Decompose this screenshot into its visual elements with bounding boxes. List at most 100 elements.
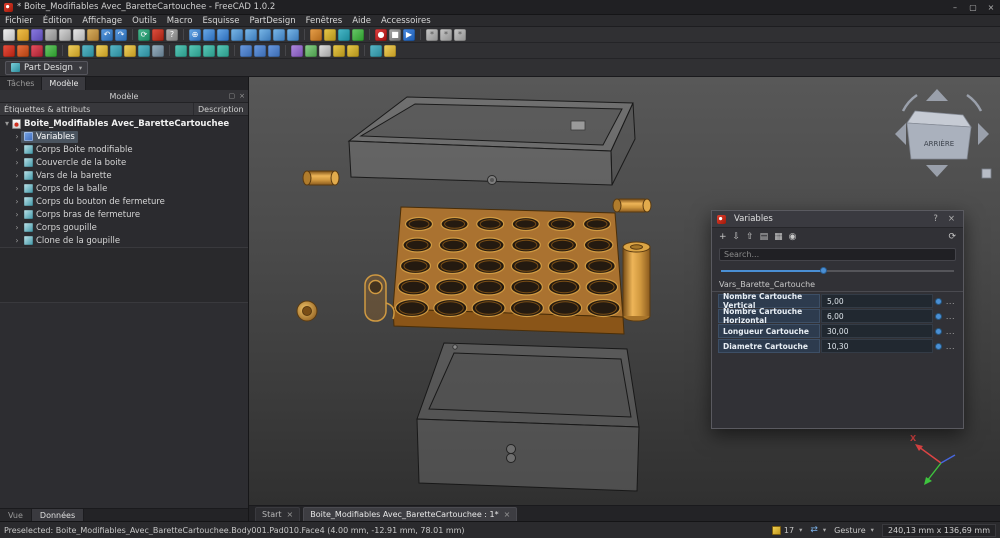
import-variables-icon[interactable]: ⇩	[733, 232, 741, 242]
expander-icon[interactable]: ›	[13, 145, 21, 154]
tab-vue[interactable]: Vue	[0, 509, 32, 521]
chamfer-icon[interactable]	[189, 45, 201, 57]
variable-more-button[interactable]: ...	[944, 312, 957, 321]
3d-viewport[interactable]: ARRIÈRE X Variables	[249, 77, 1000, 505]
menu-macro[interactable]: Macro	[162, 15, 198, 26]
view-zoom-in-icon[interactable]	[203, 29, 215, 41]
menu-aide[interactable]: Aide	[347, 15, 376, 26]
std-undo-icon[interactable]: ↶	[101, 29, 113, 41]
cartridge-part[interactable]	[623, 242, 650, 321]
polar-pattern-icon[interactable]	[268, 45, 280, 57]
tree-root-document[interactable]: ▾ Boite_Modifiables Avec_BaretteCartouch…	[0, 117, 248, 130]
mirrored-icon[interactable]	[240, 45, 252, 57]
additive-loft-icon[interactable]	[124, 45, 136, 57]
lid-part[interactable]	[349, 97, 635, 185]
variable-value-input[interactable]: 30,00	[821, 324, 933, 338]
draw-style-icon[interactable]	[310, 29, 322, 41]
tree-item-corps-du-bouton-de-fermeture[interactable]: ›Corps du bouton de fermeture	[0, 195, 248, 208]
variable-link-dot[interactable]	[935, 343, 942, 350]
tree-item-variables[interactable]: ›Variables	[0, 130, 248, 143]
visibility-icon[interactable]: ◉	[789, 232, 797, 242]
variables-filter-slider[interactable]	[721, 266, 954, 275]
variable-value-input[interactable]: 5,00	[821, 294, 933, 308]
groove-icon[interactable]	[110, 45, 122, 57]
expander-icon[interactable]: ›	[13, 132, 21, 141]
export-variables-icon[interactable]: ⇧	[746, 232, 754, 242]
tree-item-vars-de-la-barette[interactable]: ›Vars de la barette	[0, 169, 248, 182]
tree-item-corps-goupille[interactable]: ›Corps goupille	[0, 221, 248, 234]
variable-value-input[interactable]: 6,00	[821, 309, 933, 323]
expander-icon[interactable]: ▾	[3, 119, 11, 128]
datum-plane-icon[interactable]	[291, 45, 303, 57]
tab-taches[interactable]: Tâches	[0, 77, 42, 90]
menu-outils[interactable]: Outils	[127, 15, 162, 26]
sketch-new-icon[interactable]	[3, 45, 15, 57]
copy-variables-icon[interactable]: ▤	[760, 232, 769, 242]
linear-pattern-icon[interactable]	[254, 45, 266, 57]
variables-filter-slider-thumb[interactable]	[820, 267, 827, 274]
draft-icon[interactable]	[203, 45, 215, 57]
pin-part[interactable]	[613, 199, 651, 212]
datum-line-icon[interactable]	[305, 45, 317, 57]
additive-pipe-icon[interactable]	[138, 45, 150, 57]
tab-donnees[interactable]: Données	[32, 509, 84, 521]
panel-close-icon[interactable]: ×	[239, 92, 245, 100]
dialog-close-button[interactable]: ×	[945, 214, 958, 224]
measure-icon[interactable]	[338, 29, 350, 41]
navigation-cube[interactable]: ARRIÈRE	[895, 89, 991, 178]
column-description[interactable]: Description	[194, 103, 248, 115]
tree-item-couvercle-de-la-boite[interactable]: ›Couvercle de la boite	[0, 156, 248, 169]
menu-dition[interactable]: Édition	[38, 15, 77, 26]
variable-more-button[interactable]: ...	[944, 327, 957, 336]
view-front-icon[interactable]	[245, 29, 257, 41]
view-right-icon[interactable]	[273, 29, 285, 41]
texture-icon[interactable]	[324, 29, 336, 41]
clipping-plane-icon[interactable]	[352, 29, 364, 41]
add-variable-icon[interactable]: +	[719, 232, 727, 242]
std-save-icon[interactable]	[31, 29, 43, 41]
variable-more-button[interactable]: ...	[944, 297, 957, 306]
std-cut-icon[interactable]	[59, 29, 71, 41]
tree-item-corps-bras-de-fermeture[interactable]: ›Corps bras de fermeture	[0, 208, 248, 221]
panel-float-icon[interactable]: ▢	[229, 92, 236, 100]
minimize-button[interactable]: –	[946, 0, 964, 15]
tree-item-corps-boite-modifiable[interactable]: ›Corps Boite modifiable	[0, 143, 248, 156]
close-button[interactable]: ×	[982, 0, 1000, 15]
menu-fen-tres[interactable]: Fenêtres	[301, 15, 348, 26]
pad-icon[interactable]	[68, 45, 80, 57]
refresh-variables-icon[interactable]: ⟳	[948, 232, 956, 242]
std-open-icon[interactable]	[17, 29, 29, 41]
menu-partdesign[interactable]: PartDesign	[244, 15, 300, 26]
style-badge[interactable]: 17 ▾	[772, 526, 802, 535]
menu-affichage[interactable]: Affichage	[77, 15, 127, 26]
workbench-selector[interactable]: Part Design ▾	[5, 61, 88, 75]
variables-search-input[interactable]: Search...	[719, 248, 956, 261]
thickness-icon[interactable]	[217, 45, 229, 57]
view-zoom-out-icon[interactable]	[217, 29, 229, 41]
hole-icon[interactable]	[152, 45, 164, 57]
macro-execute-icon[interactable]: ▶	[403, 29, 415, 41]
nav-cube-face-label[interactable]: ARRIÈRE	[924, 139, 954, 148]
maximize-button[interactable]: ▢	[964, 0, 982, 15]
expander-icon[interactable]: ›	[13, 223, 21, 232]
variable-link-dot[interactable]	[935, 313, 942, 320]
expander-icon[interactable]: ›	[13, 197, 21, 206]
close-icon[interactable]: ×	[287, 510, 294, 519]
boolean-icon[interactable]	[370, 45, 382, 57]
navigation-style-selector[interactable]: Gesture ▾	[834, 526, 874, 535]
tree-item-clone-de-la-goupille[interactable]: ›Clone de la goupille	[0, 234, 248, 247]
cartridge-holder-part[interactable]	[393, 207, 624, 334]
transparency-icon[interactable]: *	[454, 29, 466, 41]
nav-arrows-selector[interactable]: ⇄ ▾	[810, 525, 826, 535]
workbench-settings-icon[interactable]	[152, 29, 164, 41]
expander-icon[interactable]: ›	[13, 158, 21, 167]
macro-record-icon[interactable]: ●	[375, 29, 387, 41]
sketch-map-icon[interactable]	[31, 45, 43, 57]
tab-document[interactable]: Boite_Modifiables Avec_BaretteCartouchee…	[303, 507, 517, 521]
macro-stop-icon[interactable]: ■	[389, 29, 401, 41]
menu-esquisse[interactable]: Esquisse	[197, 15, 244, 26]
variable-link-dot[interactable]	[935, 328, 942, 335]
menu-accessoires[interactable]: Accessoires	[376, 15, 436, 26]
bottom-box-part[interactable]	[417, 343, 639, 491]
sketch-validate-icon[interactable]	[45, 45, 57, 57]
